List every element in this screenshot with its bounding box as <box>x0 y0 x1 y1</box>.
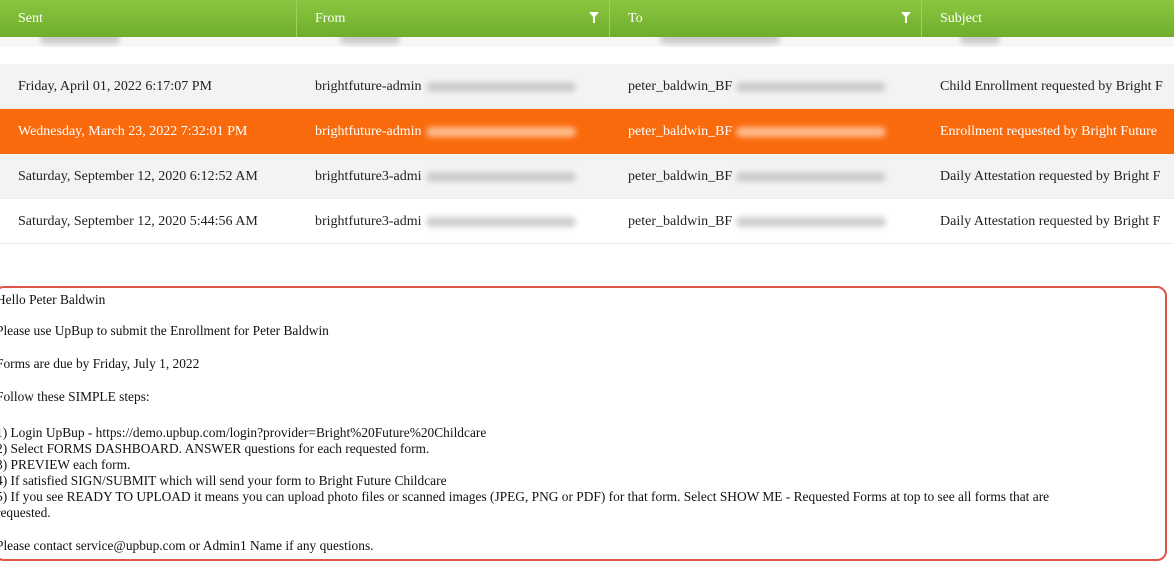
cell-sent: Friday, April 01, 2022 6:17:07 PM <box>18 79 212 94</box>
cell-subject: Daily Attestation requested by Bright F <box>940 214 1161 229</box>
cell-from: brightfuture3-admi <box>315 199 605 244</box>
message-step-4: 4) If satisfied SIGN/SUBMIT which will s… <box>0 473 447 488</box>
cell-from-text: brightfuture-admin <box>315 79 422 94</box>
message-step-5: 5) If you see READY TO UPLOAD it means y… <box>0 489 1050 504</box>
redacted-email <box>425 126 576 137</box>
cell-to: peter_baldwin_BF <box>628 154 918 199</box>
redacted-email <box>736 81 887 92</box>
message-due-date: Forms are due by Friday, July 1, 2022 <box>0 356 200 371</box>
filter-icon[interactable] <box>901 12 911 23</box>
message-greeting: Hello Peter Baldwin <box>0 292 106 307</box>
cell-to-text: peter_baldwin_BF <box>628 214 733 229</box>
cell-subject: Daily Attestation requested by Bright F <box>940 169 1161 184</box>
redacted-email <box>425 216 576 227</box>
cell-to-text: peter_baldwin_BF <box>628 79 733 94</box>
filter-icon[interactable] <box>589 12 599 23</box>
cell-from: brightfuture-admin <box>315 109 605 154</box>
column-header-sent-label: Sent <box>18 11 43 26</box>
column-header-to[interactable]: To <box>610 0 922 37</box>
cell-from-text: brightfuture3-admi <box>315 214 422 229</box>
column-header-subject[interactable]: Subject <box>922 0 1174 37</box>
cell-to-text: peter_baldwin_BF <box>628 169 733 184</box>
redacted-email <box>736 171 887 182</box>
message-contact: Please contact service@upbup.com or Admi… <box>0 538 374 553</box>
column-header-from-label: From <box>315 11 346 26</box>
table-row[interactable]: Saturday, September 12, 2020 6:12:52 AM … <box>0 154 1174 199</box>
redacted-email <box>736 216 887 227</box>
redacted-email <box>425 171 576 182</box>
cell-from: brightfuture-admin <box>315 64 605 109</box>
column-header-sent[interactable]: Sent <box>0 0 297 37</box>
cell-sent: Saturday, September 12, 2020 6:12:52 AM <box>18 169 258 184</box>
table-row[interactable]: Saturday, September 12, 2020 5:44:56 AM … <box>0 199 1174 244</box>
column-header-from[interactable]: From <box>297 0 610 37</box>
redacted-email <box>736 126 887 137</box>
cell-sent: Wednesday, March 23, 2022 7:32:01 PM <box>18 124 248 139</box>
message-preview: Hello Peter Baldwin Please use UpBup to … <box>0 286 1167 561</box>
cell-to: peter_baldwin_BF <box>628 199 918 244</box>
message-step-5-cont: requested. <box>0 505 51 520</box>
cell-to: peter_baldwin_BF <box>628 109 918 154</box>
cell-from-text: brightfuture-admin <box>315 124 422 139</box>
cell-to: peter_baldwin_BF <box>628 64 918 109</box>
cell-to-text: peter_baldwin_BF <box>628 124 733 139</box>
message-intro: Please use UpBup to submit the Enrollmen… <box>0 323 329 338</box>
cell-from-text: brightfuture3-admi <box>315 169 422 184</box>
grid-header: Sent From To Subject <box>0 0 1174 37</box>
column-header-to-label: To <box>628 11 643 26</box>
cell-sent: Saturday, September 12, 2020 5:44:56 AM <box>18 214 258 229</box>
message-step-3: 3) PREVIEW each form. <box>0 457 131 472</box>
cell-subject: Child Enrollment requested by Bright F <box>940 79 1163 94</box>
table-row[interactable]: Friday, April 01, 2022 6:17:07 PM bright… <box>0 64 1174 109</box>
redacted-email <box>425 81 576 92</box>
message-step-2: 2) Select FORMS DASHBOARD. ANSWER questi… <box>0 441 430 456</box>
cell-from: brightfuture3-admi <box>315 154 605 199</box>
table-row-selected[interactable]: Wednesday, March 23, 2022 7:32:01 PM bri… <box>0 109 1174 154</box>
message-steps-heading: Follow these SIMPLE steps: <box>0 389 150 404</box>
column-header-subject-label: Subject <box>940 11 982 26</box>
cell-subject: Enrollment requested by Bright Future <box>940 124 1157 139</box>
table-row-partial[interactable] <box>0 37 1174 47</box>
message-step-1: 1) Login UpBup - https://demo.upbup.com/… <box>0 425 487 440</box>
